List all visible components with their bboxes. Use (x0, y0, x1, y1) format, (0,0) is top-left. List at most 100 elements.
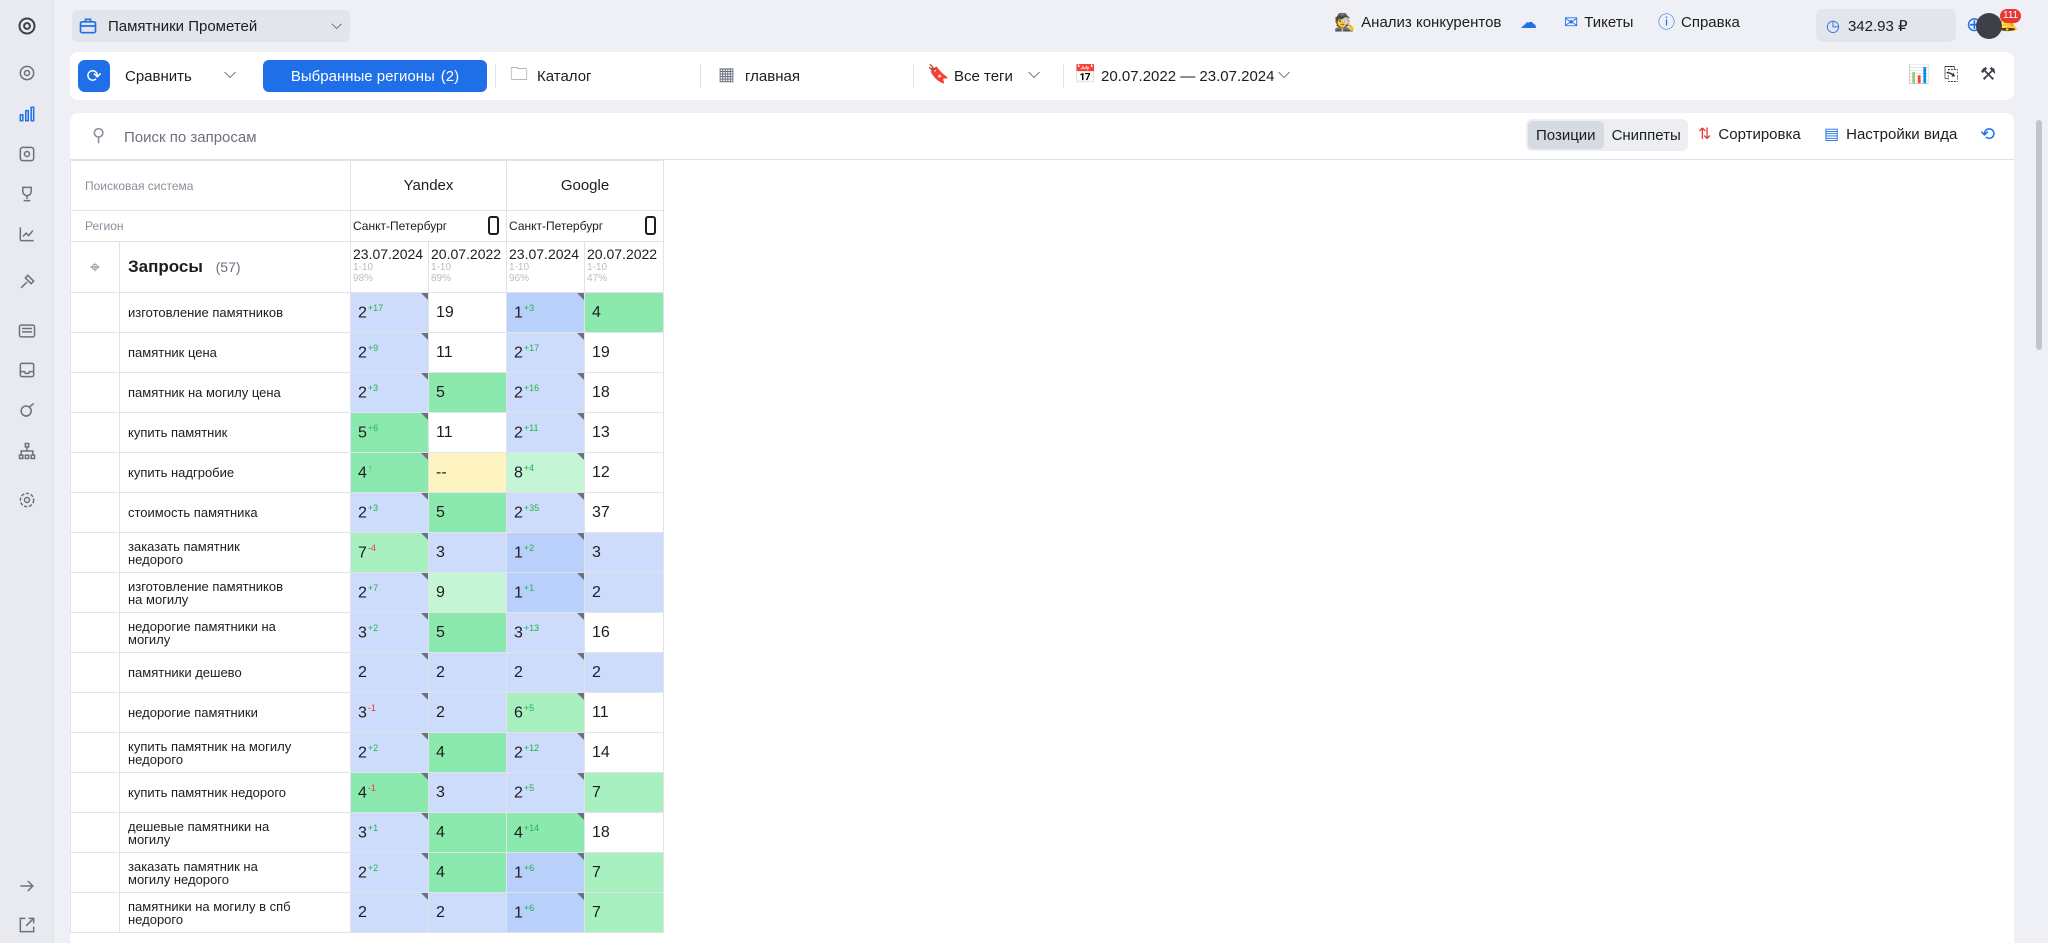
table-row[interactable]: заказать памятник недорого 7-4 3 1+2 3 (70, 532, 665, 573)
competitors-icon[interactable] (13, 140, 40, 167)
collapse-icon[interactable] (13, 872, 40, 899)
position-cell[interactable]: 2+11 (506, 412, 586, 453)
sitemap-icon[interactable] (13, 437, 40, 464)
crosshair-icon[interactable]: ⌖ (70, 241, 120, 293)
sort-button[interactable]: ⇅ Сортировка (1698, 126, 1801, 143)
position-cell[interactable]: 14 (584, 732, 665, 773)
avatar[interactable] (1976, 13, 2002, 39)
position-cell[interactable]: 11 (584, 692, 665, 733)
row-checkbox-cell[interactable] (70, 612, 120, 653)
position-cell[interactable]: 5+6 (350, 412, 429, 453)
position-cell[interactable]: 2 (506, 652, 586, 693)
trophy-icon[interactable] (13, 180, 40, 207)
position-cell[interactable]: 2+3 (350, 492, 429, 533)
date-chevron-icon[interactable]: ⌵ (1278, 65, 1290, 83)
settings-icon[interactable] (13, 486, 40, 513)
position-cell[interactable]: 19 (584, 332, 665, 373)
position-cell[interactable]: 11 (427, 332, 508, 373)
group-label[interactable]: главная (745, 68, 800, 85)
position-cell[interactable]: 7 (584, 852, 665, 893)
table-row[interactable]: купить памятник недорого 4-1 3 2+5 7 (70, 772, 665, 813)
date-column-header[interactable]: 23.07.2024 1-10 96% (506, 241, 586, 293)
balance-widget[interactable]: ◷ 342.93 ₽ (1816, 9, 1956, 42)
compare-chevron-icon[interactable]: ⌵ (224, 65, 236, 83)
position-cell[interactable]: 19 (427, 292, 508, 333)
row-checkbox-cell[interactable] (70, 692, 120, 733)
position-cell[interactable]: 1+3 (506, 292, 586, 333)
scrollbar[interactable] (2036, 120, 2042, 350)
position-cell[interactable]: 18 (584, 372, 665, 413)
view-settings-button[interactable]: ▤ Настройки вида (1824, 126, 1957, 143)
tab-positions[interactable]: Позиции (1528, 121, 1604, 149)
position-cell[interactable]: 2+2 (350, 852, 429, 893)
date-column-header[interactable]: 20.07.2022 1-10 89% (427, 241, 508, 293)
positions-icon[interactable] (13, 100, 40, 127)
external-icon[interactable] (13, 911, 40, 938)
table-row[interactable]: изготовление памятников на могилу 2+7 9 1+1 2 (70, 572, 665, 613)
selected-regions-button[interactable]: Выбранные регионы (2) (263, 60, 487, 92)
position-cell[interactable]: 13 (584, 412, 665, 453)
row-checkbox-cell[interactable] (70, 652, 120, 693)
position-cell[interactable]: 2+17 (506, 332, 586, 373)
table-row[interactable]: недорогие памятники на могилу 3+2 5 3+13 16 (70, 612, 665, 653)
date-column-header[interactable]: 20.07.2022 1-10 47% (584, 241, 665, 293)
position-cell[interactable]: 2+12 (506, 732, 586, 773)
help-link[interactable]: ⓘ Справка (1658, 14, 1740, 31)
chart-icon[interactable]: 📊 (1908, 65, 1930, 83)
row-checkbox-cell[interactable] (70, 372, 120, 413)
row-checkbox-cell[interactable] (70, 812, 120, 853)
table-row[interactable]: стоимость памятника 2+3 5 2+35 37 (70, 492, 665, 533)
position-cell[interactable]: 3-1 (350, 692, 429, 733)
position-cell[interactable]: 3+2 (350, 612, 429, 653)
position-cell[interactable]: 3 (427, 532, 508, 573)
position-cell[interactable]: 5 (427, 612, 508, 653)
position-cell[interactable]: 7-4 (350, 532, 429, 573)
audit-icon[interactable] (13, 397, 40, 424)
position-cell[interactable]: 2 (350, 652, 429, 693)
position-cell[interactable]: 18 (584, 812, 665, 853)
position-cell[interactable]: 2+2 (350, 732, 429, 773)
position-cell[interactable]: 7 (584, 892, 665, 933)
position-cell[interactable]: 4 (427, 852, 508, 893)
table-row[interactable]: купить памятник на могилу недорого 2+2 4 2+1… (70, 732, 665, 773)
project-selector[interactable]: Памятники Прометей ⌵ (72, 10, 350, 42)
refresh-button[interactable]: ⟳ (78, 60, 110, 92)
position-cell[interactable]: 6+5 (506, 692, 586, 733)
position-cell[interactable]: 3 (584, 532, 665, 573)
catalog-label[interactable]: Каталог (537, 68, 592, 85)
table-row[interactable]: купить памятник 5+6 11 2+11 13 (70, 412, 665, 453)
table-row[interactable]: недорогие памятники 3-1 2 6+5 11 (70, 692, 665, 733)
position-cell[interactable]: 3+13 (506, 612, 586, 653)
position-cell[interactable]: 4+14 (506, 812, 586, 853)
logo-icon[interactable] (13, 12, 40, 39)
position-cell[interactable]: 7 (584, 772, 665, 813)
row-checkbox-cell[interactable] (70, 292, 120, 333)
competitors-link[interactable]: 🕵 Анализ конкурентов (1334, 14, 1501, 31)
row-checkbox-cell[interactable] (70, 412, 120, 453)
position-cell[interactable]: 12 (584, 452, 665, 493)
position-cell[interactable]: 2 (584, 652, 665, 693)
position-cell[interactable]: 3+1 (350, 812, 429, 853)
table-row[interactable]: памятники дешево 2 2 2 2 (70, 652, 665, 693)
position-cell[interactable]: 1+6 (506, 852, 586, 893)
position-cell[interactable]: 4 (584, 292, 665, 333)
row-checkbox-cell[interactable] (70, 732, 120, 773)
inbox-icon[interactable] (13, 356, 40, 383)
position-cell[interactable]: 2+3 (350, 372, 429, 413)
position-cell[interactable]: 16 (584, 612, 665, 653)
position-cell[interactable]: 2 (350, 892, 429, 933)
table-row[interactable]: изготовление памятников 2+17 19 1+3 4 (70, 292, 665, 333)
position-cell[interactable]: 1+1 (506, 572, 586, 613)
position-cell[interactable]: 4 (427, 732, 508, 773)
tags-label[interactable]: Все теги (954, 68, 1013, 85)
table-row[interactable]: заказать памятник на могилу недорого 2+2 4 1… (70, 852, 665, 893)
position-cell[interactable]: 2 (427, 892, 508, 933)
table-row[interactable]: дешевые памятники на могилу 3+1 4 4+14 18 (70, 812, 665, 853)
row-checkbox-cell[interactable] (70, 772, 120, 813)
position-cell[interactable]: 3 (427, 772, 508, 813)
position-cell[interactable]: 2+17 (350, 292, 429, 333)
wrench-icon[interactable]: ⚒ (1980, 65, 1996, 83)
row-checkbox-cell[interactable] (70, 492, 120, 533)
position-cell[interactable]: 2 (584, 572, 665, 613)
tools-icon[interactable] (13, 268, 40, 295)
